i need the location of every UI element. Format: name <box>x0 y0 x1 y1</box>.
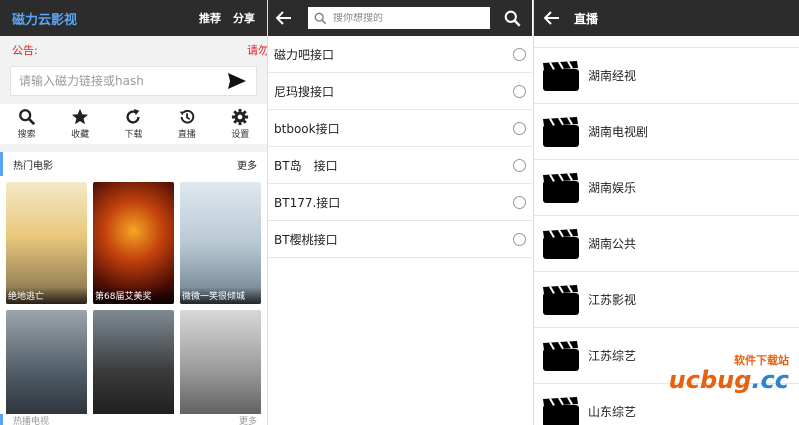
quick-search-label: 搜索 <box>17 130 36 140</box>
api-option-label: BT樱桃接口 <box>274 232 338 247</box>
send-icon <box>228 73 246 89</box>
api-option-label: 尼玛搜接口 <box>274 84 335 99</box>
movie-poster[interactable]: 绝地逃亡 <box>6 182 87 304</box>
movie-grid: 绝地逃亡 第68届艾美奖 微微一笑很倾城 <box>0 176 267 425</box>
hot-movies-more-link[interactable]: 更多 <box>237 157 257 172</box>
watermark-logo: ucbug.cc <box>669 368 789 392</box>
magnet-input[interactable] <box>19 74 226 88</box>
tv-section-title: 热播电视 <box>13 417 50 425</box>
api-option[interactable]: 磁力吧接口 <box>268 36 532 73</box>
quick-live-label: 直播 <box>177 130 196 140</box>
channel-item[interactable]: 江苏影视 <box>534 272 799 328</box>
movie-poster[interactable] <box>6 310 87 425</box>
quick-download-label: 下载 <box>124 130 143 140</box>
tv-section-header: 热播电视 更多 <box>0 414 267 425</box>
search-box <box>308 7 490 29</box>
hot-movies-header: 热门电影 更多 <box>0 152 267 176</box>
announcement-bar: 公告: 请勿 <box>0 36 267 64</box>
quick-live[interactable]: 直播 <box>167 108 207 140</box>
movie-caption: 第68届艾美奖 <box>93 287 174 304</box>
quick-favorite[interactable]: 收藏 <box>60 108 100 140</box>
api-radio[interactable] <box>513 121 526 135</box>
api-option-label: BT177.接口 <box>274 195 341 210</box>
search-icon <box>18 109 35 126</box>
search-input[interactable] <box>333 12 473 24</box>
api-option[interactable]: BT177.接口 <box>268 184 532 221</box>
channel-name: 湖南娱乐 <box>588 181 637 195</box>
announcement-text: 请勿 <box>247 44 267 57</box>
app-title: 磁力云影视 <box>12 12 78 28</box>
back-arrow-icon[interactable] <box>544 11 560 25</box>
movie-poster[interactable] <box>180 310 261 425</box>
channel-name: 湖南经视 <box>588 69 637 83</box>
home-screen: 磁力云影视 推荐 分享 公告: 请勿 搜索 收藏 下载 直播 设置 <box>0 0 267 425</box>
clapperboard-icon <box>543 284 579 315</box>
history-icon <box>179 109 195 124</box>
clapperboard-icon <box>543 340 579 371</box>
channel-item[interactable]: 湖南电视剧 <box>534 104 799 160</box>
clapperboard-icon <box>543 396 579 425</box>
api-option[interactable]: 尼玛搜接口 <box>268 73 532 110</box>
movie-poster[interactable]: 微微一笑很倾城 <box>180 182 261 304</box>
quick-favorite-label: 收藏 <box>71 130 90 140</box>
search-icon <box>314 12 327 24</box>
api-radio[interactable] <box>513 158 526 172</box>
api-radio[interactable] <box>513 232 526 246</box>
channel-name: 江苏综艺 <box>588 349 637 363</box>
search-api-screen: 磁力吧接口 尼玛搜接口 btbook接口 BT岛 接口 BT177.接口 BT樱… <box>267 0 532 425</box>
clapperboard-icon <box>543 172 579 203</box>
channel-name: 湖南公共 <box>588 237 637 251</box>
clapperboard-icon <box>543 60 579 91</box>
share-button[interactable]: 分享 <box>233 10 255 26</box>
movie-caption: 绝地逃亡 <box>6 287 87 304</box>
channel-item[interactable]: 湖南经视 <box>534 48 799 104</box>
list-top-divider <box>534 36 799 48</box>
watermark-brand: ucbug <box>668 366 752 394</box>
watermark: 软件下载站 ucbug.cc <box>669 352 789 392</box>
movie-caption: 微微一笑很倾城 <box>180 287 261 304</box>
back-arrow-icon[interactable] <box>276 11 292 25</box>
star-icon <box>71 108 89 125</box>
movie-poster[interactable] <box>93 310 174 425</box>
api-option-label: btbook接口 <box>274 121 340 136</box>
hot-movies-title: 热门电影 <box>13 160 53 172</box>
home-topbar: 磁力云影视 推荐 分享 <box>0 0 267 36</box>
live-title: 直播 <box>574 11 599 26</box>
search-button-icon[interactable] <box>504 10 521 27</box>
api-radio[interactable] <box>513 47 526 61</box>
api-radio[interactable] <box>513 195 526 209</box>
recommend-button[interactable]: 推荐 <box>199 10 221 26</box>
watermark-domain: .cc <box>751 366 789 394</box>
search-topbar <box>268 0 532 36</box>
channel-name: 江苏影视 <box>588 293 637 307</box>
magnet-input-box <box>10 66 257 96</box>
send-button[interactable] <box>226 72 248 90</box>
quick-download[interactable]: 下载 <box>113 108 153 140</box>
announcement-label: 公告: <box>12 44 38 57</box>
quick-search[interactable]: 搜索 <box>7 108 47 140</box>
api-radio[interactable] <box>513 84 526 98</box>
channel-item[interactable]: 湖南公共 <box>534 216 799 272</box>
refresh-icon <box>126 108 141 124</box>
api-option-label: 磁力吧接口 <box>274 47 335 62</box>
tv-section-more-link[interactable]: 更多 <box>239 414 257 425</box>
movie-poster[interactable]: 第68届艾美奖 <box>93 182 174 304</box>
quick-actions: 搜索 收藏 下载 直播 设置 <box>0 104 267 144</box>
channel-name: 山东综艺 <box>588 405 637 419</box>
live-screen: 直播 湖南经视 湖南电视剧 湖南娱乐 湖南公共 江苏影视 江苏综艺 山东综艺 软… <box>533 0 799 425</box>
quick-settings[interactable]: 设置 <box>220 108 260 140</box>
api-option-label: BT岛 接口 <box>274 158 338 173</box>
live-topbar: 直播 <box>534 0 799 36</box>
channel-item[interactable]: 湖南娱乐 <box>534 160 799 216</box>
clapperboard-icon <box>543 116 579 147</box>
api-list: 磁力吧接口 尼玛搜接口 btbook接口 BT岛 接口 BT177.接口 BT樱… <box>268 36 532 258</box>
api-option[interactable]: BT樱桃接口 <box>268 221 532 258</box>
channel-name: 湖南电视剧 <box>588 125 649 139</box>
api-option[interactable]: btbook接口 <box>268 110 532 147</box>
api-option[interactable]: BT岛 接口 <box>268 147 532 184</box>
gear-icon <box>232 108 249 126</box>
quick-settings-label: 设置 <box>231 130 250 140</box>
clapperboard-icon <box>543 228 579 259</box>
